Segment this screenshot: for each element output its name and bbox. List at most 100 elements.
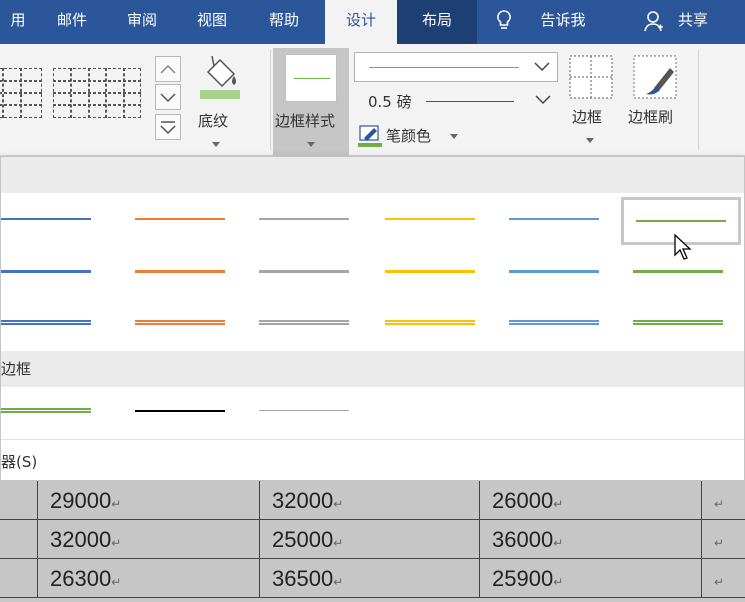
tab-mailings[interactable]: 邮件 [48, 0, 96, 44]
gallery-scroll-down[interactable] [155, 84, 181, 110]
chevron-up-icon [160, 64, 176, 74]
border-swatch-orange-medium[interactable] [125, 251, 237, 291]
table-cell[interactable]: 32000↵ [260, 481, 480, 520]
ribbon-body: 底纹 边框样式 0.5 磅 笔颜色 边框 边框刷 [0, 44, 745, 156]
row-end-mark: ↵ [702, 559, 745, 598]
border-swatch-gold-double[interactable] [375, 303, 487, 343]
gallery-more-button[interactable] [155, 114, 181, 140]
lightbulb-icon [497, 10, 511, 29]
tab-label: 帮助 [268, 11, 299, 29]
document-table: 29000↵ 32000↵ 26000↵ ↵ 32000↵ 25000↵ 360… [0, 481, 745, 598]
table-cell[interactable]: 25900↵ [480, 559, 702, 598]
border-swatch-gray-double[interactable] [249, 303, 361, 343]
border-swatch-lightblue-thin[interactable] [499, 199, 611, 239]
border-styles-dropdown: 边框 器(S) [0, 156, 745, 481]
border-swatch-green-double[interactable] [623, 303, 735, 343]
border-swatch-gray-thin[interactable] [249, 199, 361, 239]
chevron-down-icon [535, 95, 551, 105]
borders-icon [569, 55, 613, 99]
recent-borders-header: 边框 [1, 351, 744, 387]
border-painter-button[interactable]: 边框刷 [624, 52, 688, 152]
tab-label: 设计 [345, 11, 376, 29]
table-cell[interactable]: 26300↵ [38, 559, 260, 598]
tab-design[interactable]: 设计 [325, 0, 397, 44]
tab-label: 审阅 [126, 11, 157, 29]
cell-value: 29000 [50, 488, 112, 513]
cell-value: 32000 [50, 527, 112, 552]
border-swatch-blue-thin[interactable] [0, 199, 103, 239]
tab-label: 用 [10, 11, 26, 29]
table-cell[interactable]: 25000↵ [260, 520, 480, 559]
tab-view[interactable]: 视图 [188, 0, 236, 44]
chevron-down-icon [534, 62, 550, 72]
paragraph-mark-icon: ↵ [333, 536, 344, 550]
line-weight-preview [426, 101, 514, 102]
caret-down-icon [212, 142, 220, 147]
table-cell[interactable]: 36500↵ [260, 559, 480, 598]
paragraph-mark-icon: ↵ [553, 497, 564, 511]
border-styles-label: 边框样式 [275, 112, 336, 130]
mouse-cursor-icon [674, 233, 692, 260]
cell-value: 25900 [492, 566, 554, 591]
paragraph-mark-icon: ↵ [333, 575, 344, 589]
tell-me-box[interactable]: 告诉我 [490, 0, 600, 44]
table-style-thumb-1[interactable] [0, 68, 42, 118]
border-swatch-black-thin[interactable] [125, 391, 237, 431]
paragraph-mark-icon: ↵ [553, 575, 564, 589]
paragraph-mark-icon: ↵ [111, 497, 122, 511]
borders-button[interactable]: 边框 [566, 52, 616, 152]
table-cell[interactable]: 36000↵ [480, 520, 702, 559]
tab-review[interactable]: 审阅 [118, 0, 166, 44]
tab-layout[interactable]: 布局 [397, 0, 477, 44]
borders-label: 边框 [572, 108, 603, 126]
theme-borders-header [1, 157, 744, 193]
border-swatch-green-double-recent[interactable] [0, 391, 103, 431]
tab-label: 布局 [421, 11, 452, 29]
table-cell[interactable]: 32000↵ [38, 520, 260, 559]
caret-down-icon [450, 134, 458, 139]
table-cell[interactable] [0, 559, 38, 598]
share-button[interactable]: 共享 [640, 0, 720, 44]
table-cell[interactable]: 29000↵ [38, 481, 260, 520]
border-swatch-orange-thin[interactable] [125, 199, 237, 239]
pen-color-button[interactable]: 笔颜色 [358, 122, 468, 150]
paragraph-mark-icon: ↵ [111, 536, 122, 550]
border-swatch-gold-medium[interactable] [375, 251, 487, 291]
border-style-preview [285, 54, 337, 102]
gallery-scroll-up[interactable] [155, 56, 181, 82]
tab-partial[interactable]: 用 [0, 0, 36, 44]
table-cell[interactable]: 26000↵ [480, 481, 702, 520]
border-swatch-lightblue-double[interactable] [499, 303, 611, 343]
border-swatch-orange-double[interactable] [125, 303, 237, 343]
border-swatch-lightblue-medium[interactable] [499, 251, 611, 291]
paragraph-mark-icon: ↵ [333, 497, 344, 511]
border-swatch-blue-medium[interactable] [0, 251, 103, 291]
cell-value: 26000 [492, 488, 554, 513]
caret-down-icon [307, 142, 315, 147]
border-sampler-link[interactable]: 器(S) [1, 439, 744, 481]
line-weight-combo[interactable]: 0.5 磅 [354, 86, 558, 116]
row-end-icon: ↵ [714, 575, 725, 589]
tab-label: 邮件 [56, 11, 87, 29]
table-cell[interactable] [0, 520, 38, 559]
table-cell[interactable] [0, 481, 38, 520]
line-style-combo[interactable] [354, 52, 558, 82]
border-swatch-gray-thin-recent[interactable] [249, 391, 361, 431]
border-swatch-gold-thin[interactable] [375, 199, 487, 239]
paragraph-mark-icon: ↵ [553, 536, 564, 550]
person-icon [644, 11, 663, 32]
cell-value: 36000 [492, 527, 554, 552]
cell-value: 25000 [272, 527, 334, 552]
border-swatch-blue-double[interactable] [0, 303, 103, 343]
border-painter-icon [633, 55, 677, 99]
chevron-down-icon [160, 93, 176, 103]
border-swatch-gray-medium[interactable] [249, 251, 361, 291]
table-style-thumb-2[interactable] [53, 68, 141, 118]
shading-button[interactable]: 底纹 [188, 48, 248, 152]
tab-help[interactable]: 帮助 [260, 0, 308, 44]
border-sampler-label: 器(S) [1, 453, 38, 471]
border-styles-button[interactable]: 边框样式 [273, 48, 349, 156]
row-end-icon: ↵ [714, 536, 725, 550]
share-label: 共享 [677, 11, 708, 29]
cell-value: 26300 [50, 566, 112, 591]
